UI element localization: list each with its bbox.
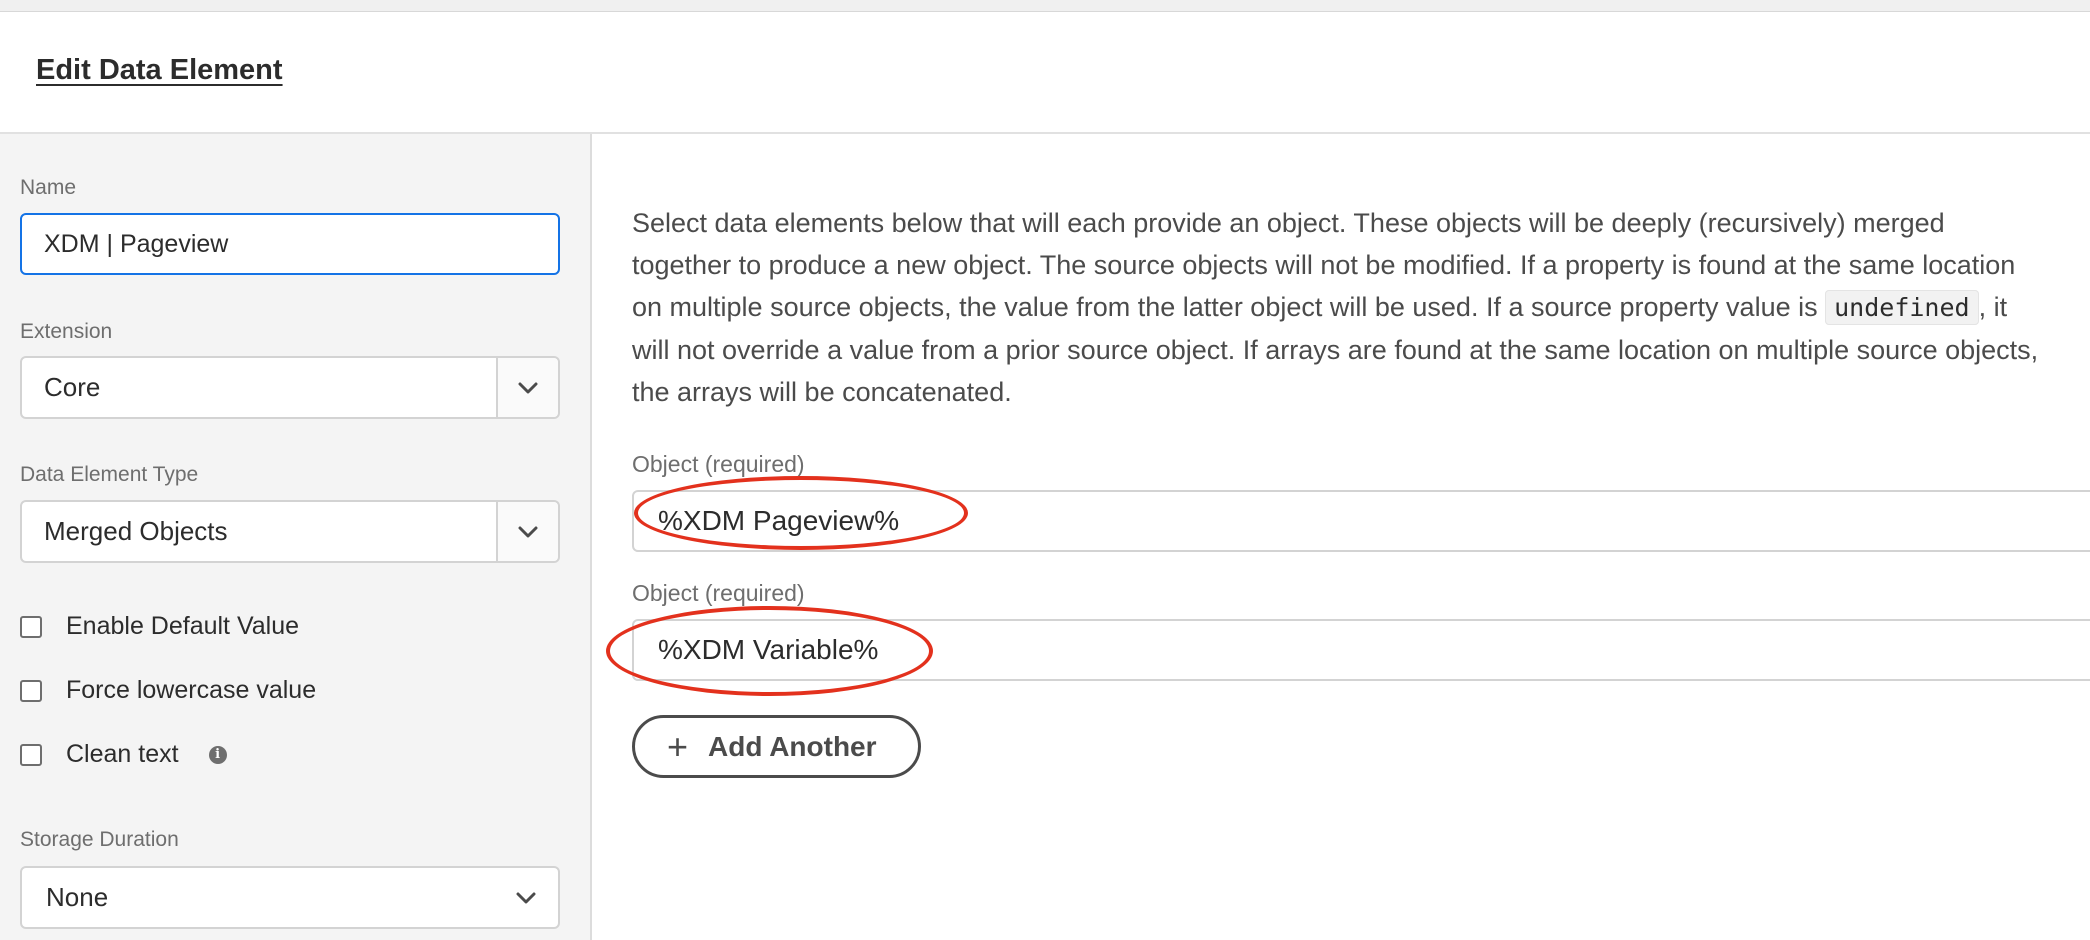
name-input-value: XDM | Pageview (44, 229, 229, 258)
top-strip (0, 0, 2090, 12)
plus-icon: + (667, 725, 689, 767)
name-input[interactable]: XDM | Pageview (20, 213, 560, 275)
add-another-label: Add Another (708, 730, 877, 762)
checkbox-box[interactable] (20, 743, 42, 766)
sidebar: Name XDM | Pageview Extension Core Data … (0, 134, 592, 940)
extension-select[interactable]: Core (20, 356, 560, 419)
info-icon[interactable]: i (208, 745, 227, 764)
extension-dropdown-button[interactable] (496, 358, 558, 417)
extension-label: Extension (20, 320, 113, 343)
object-label-1: Object (required) (632, 451, 805, 477)
force-lowercase-checkbox[interactable]: Force lowercase value (20, 676, 316, 705)
checkbox-box[interactable] (20, 679, 42, 702)
storage-duration-label: Storage Duration (20, 828, 179, 851)
chevron-down-icon (518, 382, 538, 393)
storage-duration-select[interactable]: None (20, 866, 560, 929)
storage-duration-value: None (46, 882, 109, 912)
object-input-2[interactable]: %XDM Variable% (632, 619, 2090, 681)
code-undefined: undefined (1825, 290, 1979, 325)
extension-value: Core (44, 372, 101, 402)
chevron-down-icon (516, 892, 536, 903)
clean-text-checkbox[interactable]: Clean text i (20, 740, 227, 769)
checkbox-label: Force lowercase value (66, 676, 317, 704)
page-title: Edit Data Element (36, 54, 283, 86)
data-element-type-value: Merged Objects (44, 516, 228, 546)
object-label-2: Object (required) (632, 580, 805, 606)
enable-default-value-checkbox[interactable]: Enable Default Value (20, 612, 299, 641)
object-input-2-value: %XDM Variable% (658, 634, 879, 665)
data-element-type-label: Data Element Type (20, 463, 199, 486)
add-another-button[interactable]: + Add Another (632, 715, 921, 778)
description-text: Select data elements below that will eac… (632, 202, 2042, 413)
chevron-down-icon (518, 526, 538, 537)
header: Edit Data Element (0, 12, 2090, 134)
checkbox-box[interactable] (20, 615, 42, 638)
name-label: Name (20, 176, 77, 199)
description-part1: Select data elements below that will eac… (632, 208, 2016, 322)
data-element-type-dropdown-button[interactable] (496, 502, 558, 561)
checkbox-label: Enable Default Value (66, 612, 300, 640)
data-element-type-select[interactable]: Merged Objects (20, 500, 560, 563)
checkbox-label: Clean text (66, 740, 179, 768)
object-input-1[interactable]: %XDM Pageview% (632, 490, 2090, 552)
object-input-1-value: %XDM Pageview% (658, 505, 900, 536)
